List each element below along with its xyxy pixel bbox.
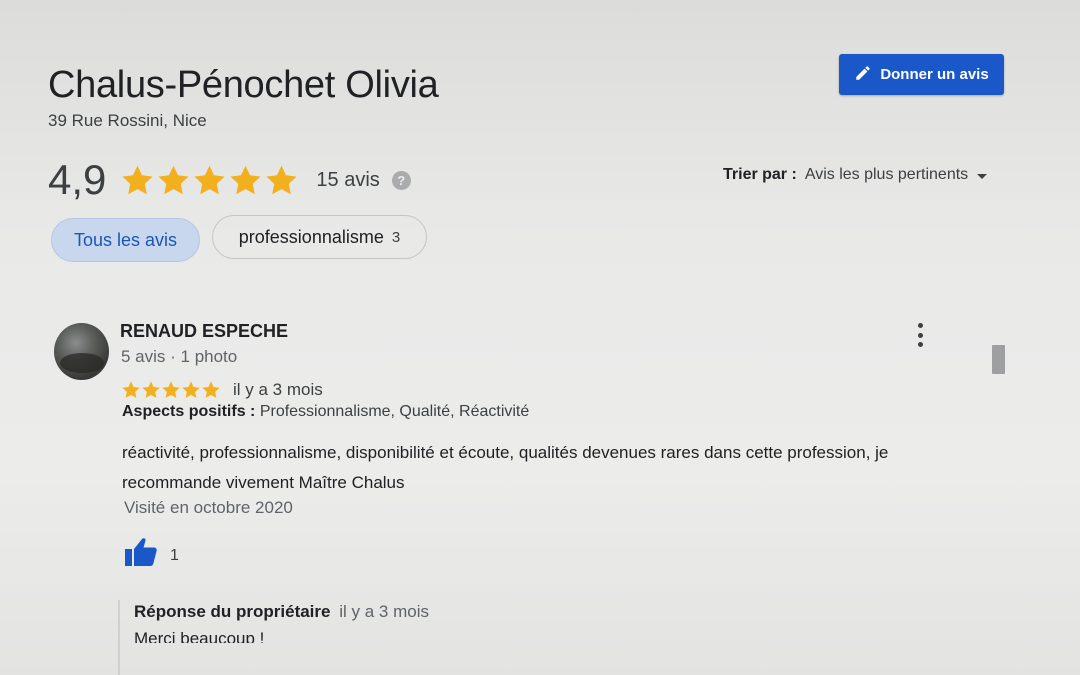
write-review-label: Donner un avis (880, 66, 989, 83)
sort-dropdown[interactable]: Trier par : Avis les plus pertinents (723, 166, 988, 184)
thumbs-up-icon (124, 537, 158, 573)
review-positives: Aspects positifs : Professionnalisme, Qu… (122, 403, 529, 421)
owner-reply-text: Merci beaucoup ! (134, 630, 264, 643)
star-icon (142, 381, 160, 398)
place-address: 39 Rue Rossini, Nice (48, 111, 207, 130)
positives-value: Professionnalisme, Qualité, Réactivité (259, 403, 530, 420)
filter-chip-count: 3 (391, 228, 401, 246)
star-icon (122, 381, 140, 398)
review-rating: il y a 3 mois (121, 380, 323, 400)
star-icon (162, 381, 180, 398)
help-icon[interactable]: ? (391, 170, 411, 190)
rating-stars (120, 163, 299, 198)
reviewer-meta: 5 avis · 1 photo (121, 347, 238, 366)
more-options-icon[interactable] (912, 323, 928, 347)
review-text: réactivité, professionnalisme, disponibi… (122, 443, 889, 492)
filter-chip-professionnalisme[interactable]: professionnalisme 3 (212, 215, 427, 259)
owner-reply-header: Réponse du propriétaire il y a 3 mois (134, 602, 429, 622)
review-date: il y a 3 mois (233, 380, 323, 399)
star-icon (202, 381, 220, 398)
positives-label: Aspects positifs : (122, 403, 256, 420)
filter-chip-label: Tous les avis (73, 229, 178, 250)
sort-value: Avis les plus pertinents (804, 166, 969, 183)
sort-label: Trier par : (723, 166, 797, 183)
star-icon (158, 165, 189, 194)
star-icon (122, 165, 153, 194)
review-count: 15 avis (316, 168, 380, 191)
place-title: Chalus-Pénochet Olivia (48, 64, 439, 106)
owner-reply-text-content: Merci beaucoup ! (134, 630, 265, 643)
star-icon (194, 165, 225, 194)
star-icon (266, 165, 297, 194)
avatar[interactable] (54, 323, 109, 380)
star-icon (230, 165, 261, 194)
star-icon (182, 381, 200, 398)
like-count: 1 (170, 547, 179, 564)
reviews-panel: Chalus-Pénochet Olivia 39 Rue Rossini, N… (0, 0, 1080, 675)
average-rating: 4,9 (48, 156, 107, 203)
visit-date: Visité en octobre 2020 (124, 498, 293, 517)
scrollbar-thumb[interactable] (992, 345, 1005, 374)
owner-reply-divider (118, 600, 120, 675)
filter-chip-label: professionnalisme (238, 226, 384, 247)
owner-reply-label: Réponse du propriétaire (134, 602, 331, 621)
like-button[interactable]: 1 (124, 537, 179, 573)
reviewer-name[interactable]: RENAUD ESPECHE (120, 321, 288, 342)
owner-reply-date: il y a 3 mois (339, 602, 429, 621)
chevron-down-icon (977, 173, 988, 179)
pencil-icon (854, 64, 872, 86)
rating-summary: 4,9 15 avis ? (48, 156, 411, 204)
review-stars (121, 380, 221, 400)
filter-chip-all[interactable]: Tous les avis (51, 218, 200, 262)
write-review-button[interactable]: Donner un avis (839, 54, 1004, 95)
